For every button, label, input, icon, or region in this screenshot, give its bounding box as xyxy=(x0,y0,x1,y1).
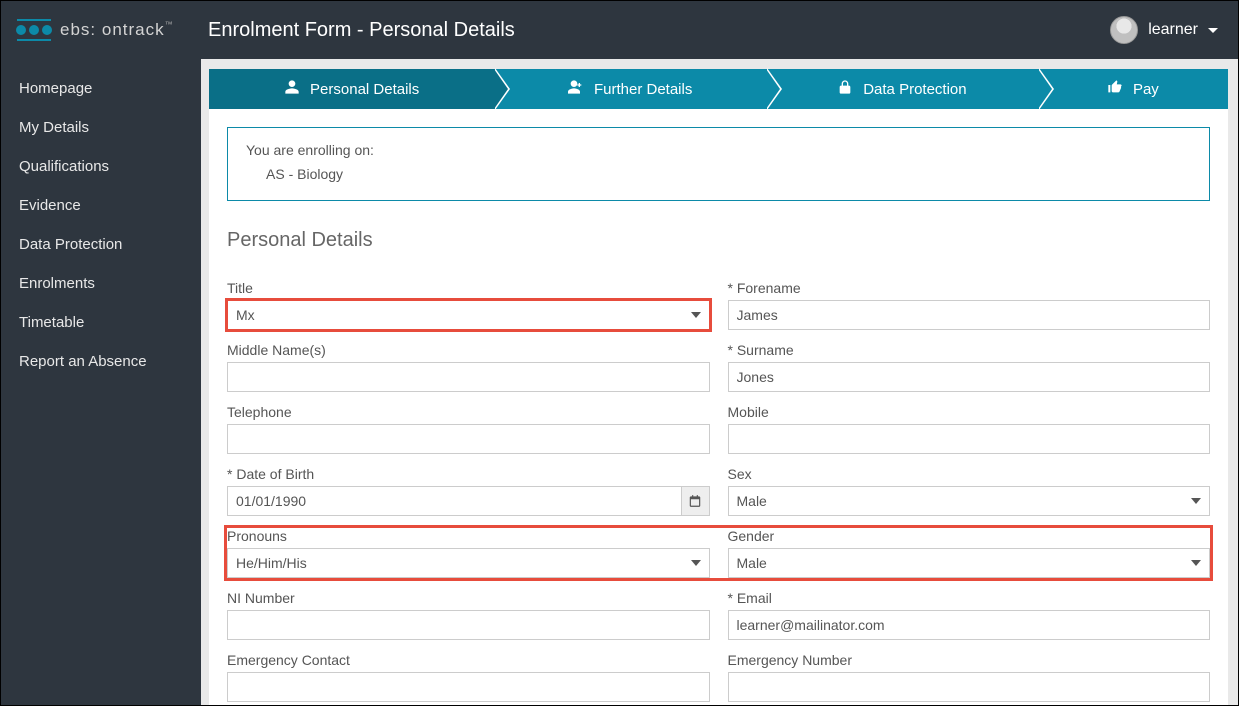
section-heading: Personal Details xyxy=(227,229,1210,252)
user-plus-icon xyxy=(568,79,584,99)
calendar-button[interactable] xyxy=(681,487,709,515)
thumbs-up-icon xyxy=(1107,79,1123,99)
label-surname: * Surname xyxy=(728,342,1211,358)
field-ni-number: NI Number xyxy=(227,590,710,640)
field-dob: * Date of Birth xyxy=(227,466,710,516)
wizard-step-label: Personal Details xyxy=(310,81,419,98)
sidebar-item-label: Enrolments xyxy=(19,275,95,292)
field-emergency-number: Emergency Number xyxy=(728,652,1211,702)
label-telephone: Telephone xyxy=(227,404,710,420)
wizard-step-label: Pay xyxy=(1133,81,1159,98)
wizard-step-label: Data Protection xyxy=(863,81,966,98)
sidebar-item-label: Timetable xyxy=(19,314,84,331)
wizard: Personal Details Further Details Data Pr… xyxy=(209,69,1228,109)
sex-select[interactable]: Male xyxy=(728,486,1211,516)
sidebar-item-data-protection[interactable]: Data Protection xyxy=(1,225,201,264)
label-emergency-number: Emergency Number xyxy=(728,652,1211,668)
field-email: * Email xyxy=(728,590,1211,640)
sidebar-item-qualifications[interactable]: Qualifications xyxy=(1,147,201,186)
field-telephone: Telephone xyxy=(227,404,710,454)
field-sex: Sex Male xyxy=(728,466,1211,516)
label-sex: Sex xyxy=(728,466,1211,482)
field-emergency-contact: Emergency Contact xyxy=(227,652,710,702)
wizard-step-label: Further Details xyxy=(594,81,692,98)
field-gender: Gender Male xyxy=(728,528,1211,578)
field-forename: * Forename xyxy=(728,280,1211,330)
field-surname: * Surname xyxy=(728,342,1211,392)
sidebar-item-report-absence[interactable]: Report an Absence xyxy=(1,342,201,381)
sidebar-item-my-details[interactable]: My Details xyxy=(1,108,201,147)
sidebar-item-homepage[interactable]: Homepage xyxy=(1,69,201,108)
field-title: Title Mx xyxy=(227,280,710,330)
user-icon xyxy=(284,79,300,99)
content-card: Personal Details Further Details Data Pr… xyxy=(209,69,1228,705)
avatar xyxy=(1110,16,1138,44)
main-panel[interactable]: Personal Details Further Details Data Pr… xyxy=(201,59,1238,705)
label-gender: Gender xyxy=(728,528,1211,544)
gender-select[interactable]: Male xyxy=(728,548,1211,578)
topbar: ebs: ontrack™ Enrolment Form - Personal … xyxy=(1,1,1238,59)
calendar-icon xyxy=(688,494,702,508)
logo[interactable]: ebs: ontrack™ xyxy=(16,19,198,41)
logo-icon xyxy=(16,19,52,41)
surname-input[interactable] xyxy=(728,362,1211,392)
enrolment-info-box: You are enrolling on: AS - Biology xyxy=(227,127,1210,201)
page-title: Enrolment Form - Personal Details xyxy=(208,19,1110,42)
ni-number-input[interactable] xyxy=(227,610,710,640)
emergency-number-input[interactable] xyxy=(728,672,1211,702)
sidebar-item-evidence[interactable]: Evidence xyxy=(1,186,201,225)
logo-text: ebs: ontrack™ xyxy=(60,20,174,40)
dob-input[interactable] xyxy=(227,486,710,516)
sidebar-item-label: Data Protection xyxy=(19,236,122,253)
sidebar-item-enrolments[interactable]: Enrolments xyxy=(1,264,201,303)
pronouns-select[interactable]: He/Him/His xyxy=(227,548,710,578)
emergency-contact-input[interactable] xyxy=(227,672,710,702)
chevron-down-icon xyxy=(1208,28,1218,33)
sidebar-item-label: Qualifications xyxy=(19,158,109,175)
email-input[interactable] xyxy=(728,610,1211,640)
sidebar-item-label: Homepage xyxy=(19,80,92,97)
forename-input[interactable] xyxy=(728,300,1211,330)
middle-names-input[interactable] xyxy=(227,362,710,392)
user-menu[interactable]: learner xyxy=(1110,16,1218,44)
sidebar-item-label: My Details xyxy=(19,119,89,136)
highlighted-pronoun-gender-row: Pronouns He/Him/His Gender Male xyxy=(227,528,1210,578)
mobile-input[interactable] xyxy=(728,424,1211,454)
wizard-step-data-protection[interactable]: Data Protection xyxy=(766,69,1038,109)
field-mobile: Mobile xyxy=(728,404,1211,454)
form-grid: Title Mx * Forename Middle Name(s) xyxy=(227,280,1210,702)
label-middle-names: Middle Name(s) xyxy=(227,342,710,358)
sidebar-item-timetable[interactable]: Timetable xyxy=(1,303,201,342)
label-dob: * Date of Birth xyxy=(227,466,710,482)
label-forename: * Forename xyxy=(728,280,1211,296)
label-ni-number: NI Number xyxy=(227,590,710,606)
wizard-step-pay[interactable]: Pay xyxy=(1038,69,1228,109)
field-pronouns: Pronouns He/Him/His xyxy=(227,528,710,578)
wizard-step-personal-details[interactable]: Personal Details xyxy=(209,69,494,109)
sidebar-item-label: Evidence xyxy=(19,197,81,214)
label-title: Title xyxy=(227,280,710,296)
lock-icon xyxy=(837,79,853,99)
title-select[interactable]: Mx xyxy=(227,300,710,330)
label-mobile: Mobile xyxy=(728,404,1211,420)
sidebar: Homepage My Details Qualifications Evide… xyxy=(1,59,201,705)
telephone-input[interactable] xyxy=(227,424,710,454)
info-course: AS - Biology xyxy=(266,166,1191,182)
label-emergency-contact: Emergency Contact xyxy=(227,652,710,668)
wizard-step-further-details[interactable]: Further Details xyxy=(494,69,766,109)
label-pronouns: Pronouns xyxy=(227,528,710,544)
label-email: * Email xyxy=(728,590,1211,606)
field-middle-names: Middle Name(s) xyxy=(227,342,710,392)
info-intro: You are enrolling on: xyxy=(246,142,1191,158)
sidebar-item-label: Report an Absence xyxy=(19,353,147,370)
user-label: learner xyxy=(1148,21,1198,39)
